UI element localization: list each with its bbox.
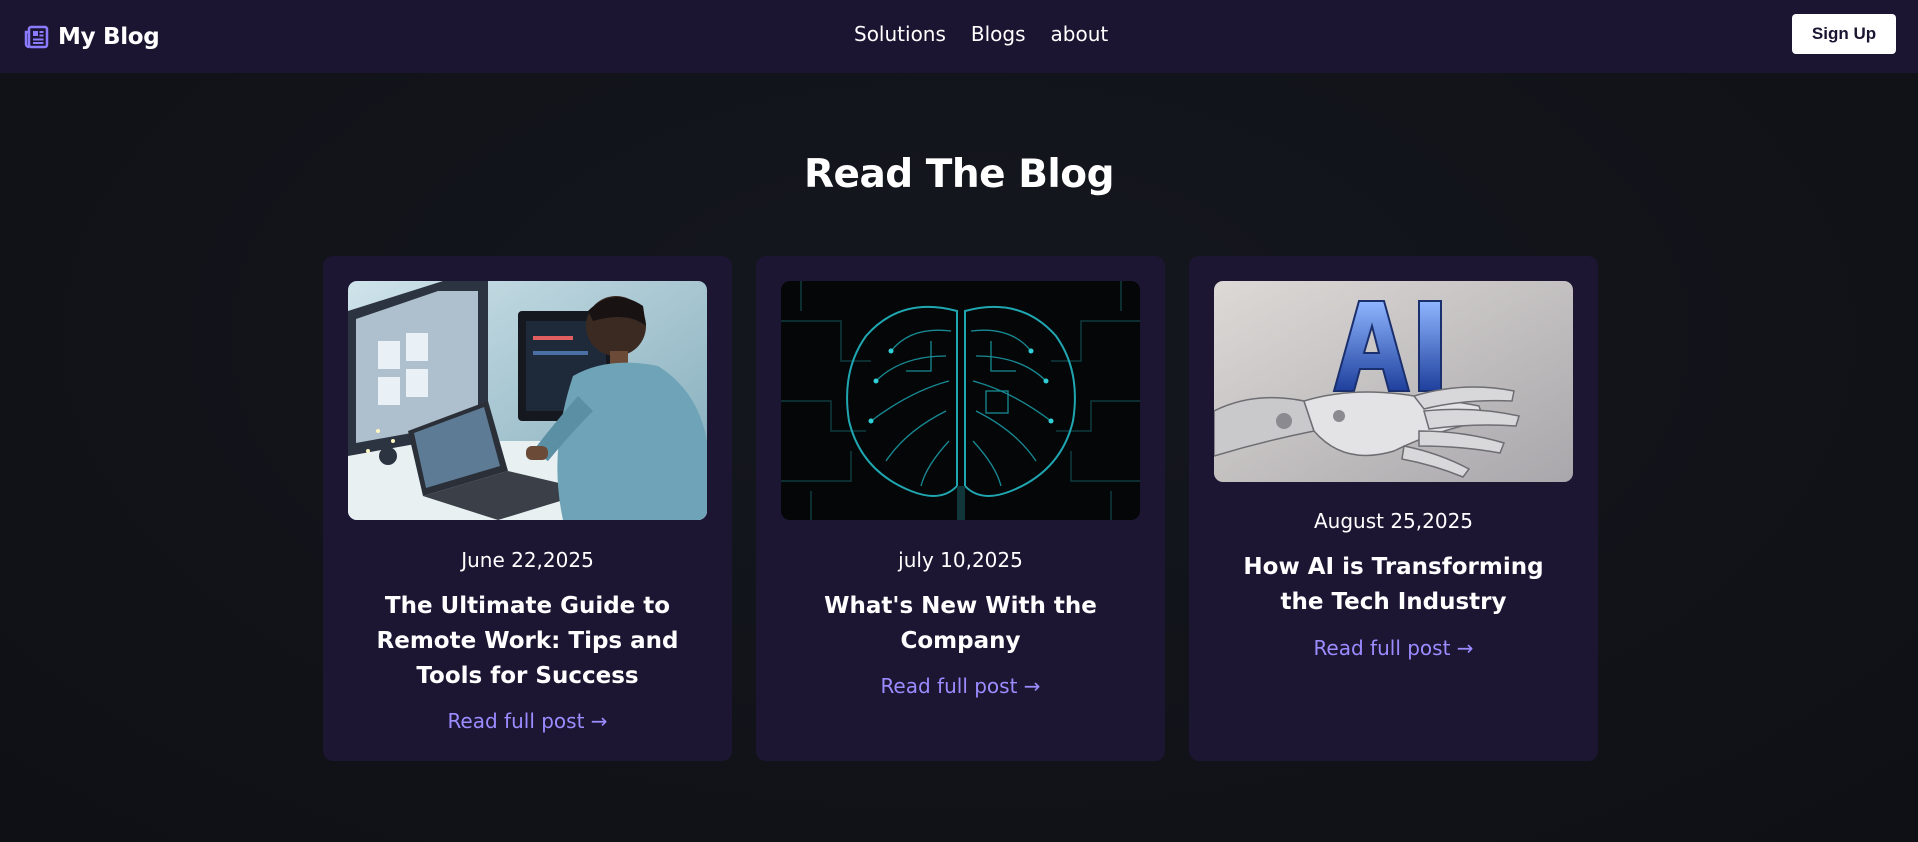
nav-link-about[interactable]: about [1051,22,1109,46]
brand-name: My Blog [58,23,160,50]
post-title[interactable]: How AI is Transforming the Tech Industry [1229,550,1558,620]
nav-links: Solutions Blogs about [854,0,1108,68]
post-date: August 25,2025 [1313,509,1474,533]
post-image-robot-hand-ai[interactable] [1214,281,1573,482]
read-more-link[interactable]: Read full post → [323,709,732,733]
navbar: My Blog Solutions Blogs about Sign Up [0,0,1918,73]
nav-link-blogs[interactable]: Blogs [971,22,1026,46]
post-image-circuit-brain[interactable] [781,281,1140,520]
post-date: June 22,2025 [461,548,594,572]
post-title[interactable]: The Ultimate Guide to Remote Work: Tips … [363,589,692,694]
read-more-link[interactable]: Read full post → [756,674,1165,698]
sign-up-button[interactable]: Sign Up [1792,14,1896,54]
blog-card[interactable]: August 25,2025 How AI is Transforming th… [1189,256,1598,761]
read-more-link[interactable]: Read full post → [1189,636,1598,660]
blog-card[interactable]: June 22,2025 The Ultimate Guide to Remot… [323,256,732,761]
post-title[interactable]: What's New With the Company [796,589,1125,659]
newspaper-icon [24,25,49,48]
brand-logo[interactable]: My Blog [24,0,160,73]
blog-card[interactable]: july 10,2025 What's New With the Company… [756,256,1165,761]
nav-link-solutions[interactable]: Solutions [854,22,946,46]
post-image-remote-work[interactable] [348,281,707,520]
post-date: july 10,2025 [898,548,1023,572]
section-title: Read The Blog [804,152,1115,197]
